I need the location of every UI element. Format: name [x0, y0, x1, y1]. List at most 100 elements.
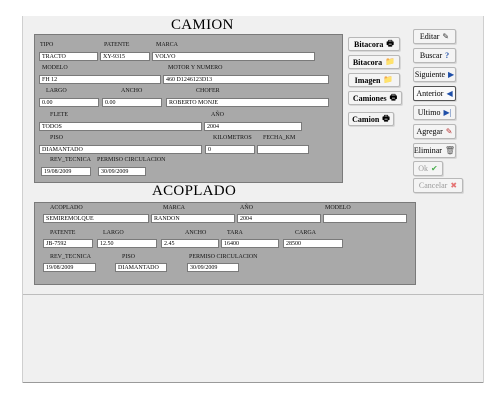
label-chofer: CHOFER — [196, 88, 220, 94]
bitacora-button-1[interactable]: Bitacora 🖶 — [348, 37, 400, 51]
label-acoplado-rev-tecnica: REV_TECNICA — [50, 254, 91, 260]
fecha-km-field[interactable] — [257, 145, 309, 154]
imagen-button[interactable]: Imagen 📁 — [348, 73, 400, 87]
camion-panel: TIPO PATENTE MARCA TRACTO XY-9315 VOLVO … — [34, 34, 343, 183]
label-flete: FLETE — [50, 112, 68, 118]
label-acoplado-anio: AÑO — [240, 205, 253, 211]
camion-title: CAMION — [171, 17, 234, 33]
ultimo-label: Ultimo — [417, 108, 441, 117]
rev-tecnica-field[interactable]: 19/08/2009 — [41, 167, 91, 176]
piso-field[interactable]: DIAMANTADO — [39, 145, 202, 154]
siguiente-label: Siguiente — [414, 70, 446, 79]
check-icon: ✔ — [431, 163, 438, 173]
tipo-field[interactable]: TRACTO — [39, 52, 98, 61]
acoplado-largo-field[interactable]: 12.50 — [97, 239, 157, 248]
label-acoplado-modelo: MODELO — [325, 205, 351, 211]
acoplado-title: ACOPLADO — [152, 183, 237, 199]
last-icon: ▶| — [443, 107, 452, 117]
label-acoplado-patente: PATENTE — [50, 230, 76, 236]
anterior-button[interactable]: Anterior ◀ — [413, 86, 456, 101]
imagen-label: Imagen — [354, 75, 381, 85]
siguiente-button[interactable]: Siguiente ▶ — [413, 67, 456, 82]
acoplado-ancho-field[interactable]: 2.45 — [161, 239, 219, 248]
anterior-label: Anterior — [416, 89, 444, 98]
folder-icon: 📁 — [385, 57, 396, 66]
label-kilometros: KILOMETROS — [213, 135, 252, 141]
camion-button[interactable]: Camion 🖶 — [348, 112, 394, 126]
main-window: CAMION TIPO PATENTE MARCA TRACTO XY-9315… — [22, 16, 484, 383]
printer-icon: 🖶 — [382, 114, 390, 123]
label-permiso: PERMISO CIRCULACION — [97, 157, 166, 163]
label-modelo: MODELO — [42, 65, 68, 71]
label-fecha-km: FECHA_KM — [263, 135, 296, 141]
label-acoplado: ACOPLADO — [50, 205, 83, 211]
flete-field[interactable]: TODOS — [39, 122, 202, 131]
acoplado-tara-field[interactable]: 16400 — [221, 239, 279, 248]
acoplado-modelo-field[interactable] — [323, 214, 407, 223]
acoplado-marca-field[interactable]: RANDON — [151, 214, 235, 223]
label-tipo: TIPO — [40, 42, 54, 48]
editar-label: Editar — [419, 32, 440, 41]
label-acoplado-permiso: PERMISO CIRCULACION — [189, 254, 258, 260]
label-piso: PISO — [50, 135, 64, 141]
camiones-label: Camiones — [352, 93, 387, 103]
label-acoplado-tara: TARA — [227, 230, 243, 236]
chofer-field[interactable]: ROBERTO MONJE — [166, 98, 329, 107]
lower-pane — [23, 294, 483, 383]
label-patente: PATENTE — [104, 42, 130, 48]
help-icon: ? — [445, 50, 450, 60]
eliminar-label: Eliminar — [413, 146, 442, 155]
label-ancho: ANCHO — [121, 88, 143, 94]
bitacora-2-label: Bitacora — [352, 57, 383, 67]
acoplado-anio-field[interactable]: 2004 — [237, 214, 321, 223]
ancho-field[interactable]: 0.00 — [102, 98, 162, 107]
label-largo: LARGO — [46, 88, 67, 94]
modelo-field[interactable]: FH 12 — [39, 75, 161, 84]
ok-button[interactable]: Ok ✔ — [413, 161, 443, 176]
label-rev-tecnica: REV_TECNICA — [50, 157, 91, 163]
marca-field[interactable]: VOLVO — [152, 52, 315, 61]
acoplado-rev-tecnica-field[interactable]: 19/08/2009 — [43, 263, 96, 272]
acoplado-permiso-field[interactable]: 30/09/2009 — [187, 263, 239, 272]
label-marca: MARCA — [156, 42, 179, 48]
cancelar-label: Cancelar — [418, 181, 448, 190]
add-icon: ✎ — [445, 126, 453, 136]
camion-label: Camion — [352, 114, 380, 124]
printer-icon: 🖶 — [389, 93, 398, 102]
buscar-label: Buscar — [419, 51, 443, 60]
motor-field[interactable]: 460 D1246123D13 — [163, 75, 329, 84]
kilometros-field[interactable]: 0 — [205, 145, 255, 154]
acoplado-field[interactable]: SEMIREMOLQUE — [43, 214, 149, 223]
anio-field[interactable]: 2004 — [204, 122, 302, 131]
edit-icon: ✎ — [442, 31, 450, 41]
ultimo-button[interactable]: Ultimo ▶| — [413, 105, 456, 120]
x-icon: ✖ — [450, 180, 458, 190]
label-acoplado-carga: CARGA — [295, 230, 317, 236]
bitacora-1-label: Bitacora — [354, 39, 384, 49]
agregar-button[interactable]: Agregar ✎ — [413, 124, 456, 139]
label-anio: AÑO — [211, 112, 224, 118]
acoplado-carga-field[interactable]: 28500 — [283, 239, 343, 248]
label-acoplado-marca: MARCA — [163, 205, 186, 211]
permiso-field[interactable]: 30/09/2009 — [98, 167, 146, 176]
label-motor: MOTOR Y NUMERO — [168, 65, 223, 71]
agregar-label: Agregar — [416, 127, 443, 136]
label-acoplado-ancho: ANCHO — [185, 230, 207, 236]
label-acoplado-piso: PISO — [122, 254, 136, 260]
label-acoplado-largo: LARGO — [103, 230, 124, 236]
printer-icon: 🖶 — [386, 39, 394, 48]
acoplado-piso-field[interactable]: DIAMANTADO — [115, 263, 167, 272]
buscar-button[interactable]: Buscar ? — [413, 48, 456, 63]
cancelar-button[interactable]: Cancelar ✖ — [413, 178, 463, 193]
largo-field[interactable]: 0.00 — [39, 98, 99, 107]
acoplado-patente-field[interactable]: JB-7592 — [43, 239, 93, 248]
camiones-button[interactable]: Camiones 🖶 — [348, 91, 402, 105]
editar-button[interactable]: Editar ✎ — [413, 29, 456, 44]
next-icon: ▶ — [448, 69, 455, 79]
prev-icon: ◀ — [446, 88, 453, 98]
ok-label: Ok — [418, 164, 429, 173]
bitacora-button-2[interactable]: Bitacora 📁 — [348, 55, 400, 69]
eliminar-button[interactable]: Eliminar 🗑 — [413, 143, 456, 158]
acoplado-panel: ACOPLADO MARCA AÑO MODELO SEMIREMOLQUE R… — [34, 202, 416, 285]
patente-field[interactable]: XY-9315 — [100, 52, 150, 61]
